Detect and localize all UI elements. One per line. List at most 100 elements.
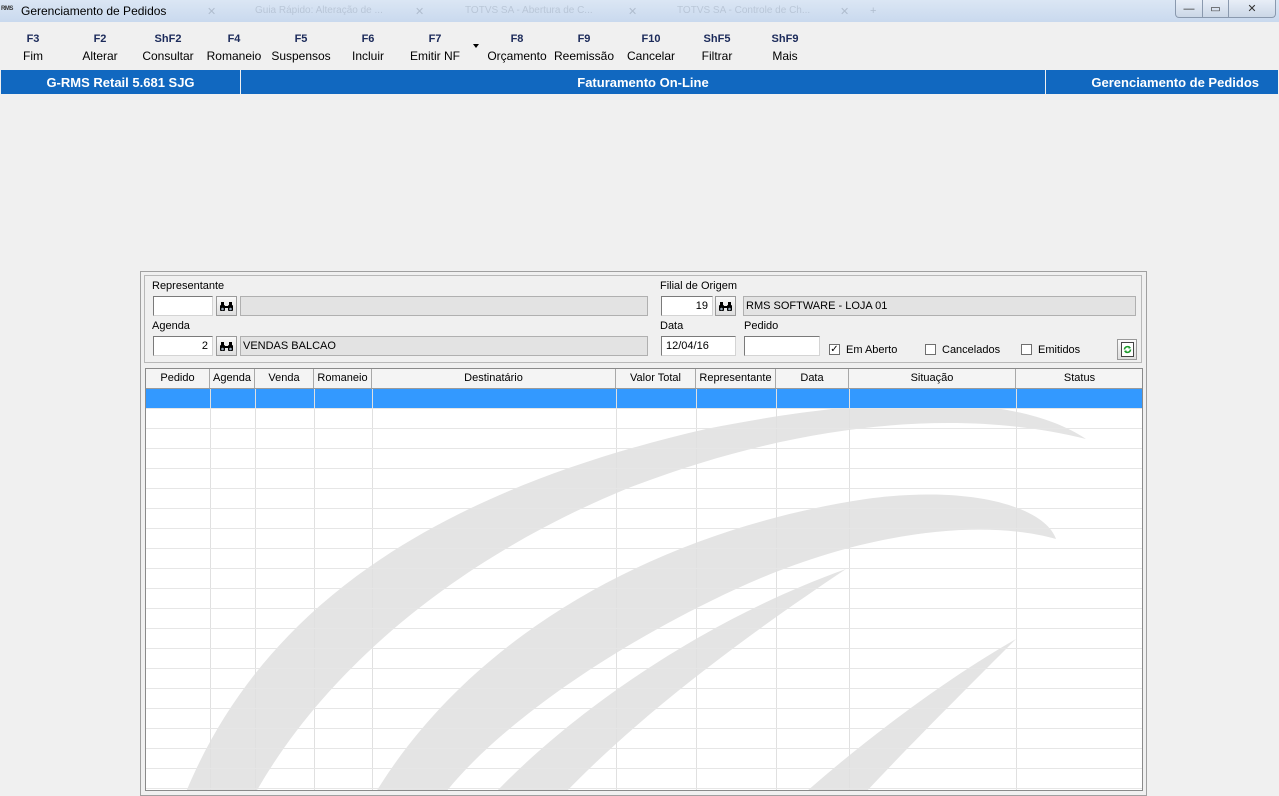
grid-row-divider [146,728,1142,729]
close-button[interactable]: ✕ [1228,0,1276,18]
button-label: Emitir NF [410,49,460,63]
background-window-tab: Guia Rápido: Alteração de ... [255,5,383,16]
column-valor-total[interactable]: Valor Total [616,369,696,388]
filial-search-button[interactable] [715,296,736,316]
function-key: F3 [26,33,40,45]
emitidos-checkbox[interactable] [1021,344,1032,355]
column-agenda[interactable]: Agenda [210,369,255,388]
close-icon: ✕ [207,6,217,18]
grid-row-divider [146,548,1142,549]
close-icon: ✕ [628,6,638,18]
app-logo-icon: RMS [1,6,13,12]
function-key: ShF5 [703,33,731,45]
function-key: F6 [361,33,375,45]
grid-row-divider [146,428,1142,429]
grid-row-divider [146,408,1142,409]
binoculars-icon [719,301,732,311]
grid-row-divider [146,688,1142,689]
agenda-description: VENDAS BALCAO [240,336,648,356]
column-situacao[interactable]: Situação [849,369,1016,388]
module-title: Faturamento On-Line [241,70,1045,94]
representante-label: Representante [152,280,225,292]
em-aberto-label[interactable]: Em Aberto [846,344,897,356]
button-label: Reemissão [553,49,615,63]
grid-row-divider [146,628,1142,629]
cancelados-label[interactable]: Cancelados [942,344,1000,356]
refresh-icon [1120,342,1134,357]
function-key: F8 [510,33,524,45]
grid-column-divider [255,389,256,790]
grid-column-divider [616,389,617,790]
column-data[interactable]: Data [776,369,849,388]
function-key: F2 [93,33,107,45]
function-key: F10 [641,33,661,45]
button-label: Cancelar [626,49,676,63]
grid-column-divider [372,389,373,790]
orders-grid[interactable]: Pedido Agenda Venda Romaneio Destinatári… [145,368,1143,791]
pedido-input[interactable] [744,336,820,356]
data-input[interactable]: 12/04/16 [661,336,736,356]
em-aberto-checkbox[interactable]: ✓ [829,344,840,355]
function-key: ShF9 [771,33,799,45]
agenda-search-button[interactable] [216,336,237,356]
grid-row-divider [146,748,1142,749]
function-key: F4 [227,33,241,45]
column-status[interactable]: Status [1016,369,1142,388]
grid-column-divider [314,389,315,790]
representante-search-button[interactable] [216,296,237,316]
column-venda[interactable]: Venda [255,369,314,388]
column-representante[interactable]: Representante [696,369,776,388]
filtrar-button[interactable]: ShF5 Filtrar [692,30,742,64]
grid-column-divider [776,389,777,790]
consultar-button[interactable]: ShF2 Consultar [138,30,198,64]
cancelados-checkbox[interactable] [925,344,936,355]
romaneio-button[interactable]: F4 Romaneio [204,30,264,64]
agenda-code-input[interactable]: 2 [153,336,213,356]
incluir-button[interactable]: F6 Incluir [343,30,393,64]
reemissao-button[interactable]: F9 Reemissão [552,30,616,64]
system-version: G-RMS Retail 5.681 SJG [1,70,240,94]
column-destinatario[interactable]: Destinatário [372,369,616,388]
binoculars-icon [220,301,233,311]
button-label: Alterar [82,49,118,63]
column-romaneio[interactable]: Romaneio [314,369,372,388]
emitidos-label[interactable]: Emitidos [1038,344,1080,356]
add-tab-icon: + [870,5,877,17]
grid-row-divider [146,508,1142,509]
maximize-button[interactable]: ▭ [1202,0,1229,18]
refresh-button[interactable] [1117,339,1137,360]
mais-button[interactable]: ShF9 Mais [762,30,808,64]
minimize-icon: — [1183,2,1195,15]
grid-row-divider [146,588,1142,589]
screen-title: Gerenciamento de Pedidos [1046,70,1278,94]
filial-code-input[interactable]: 19 [661,296,713,316]
alterar-button[interactable]: F2 Alterar [75,30,125,64]
cancelar-button[interactable]: F10 Cancelar [623,30,679,64]
minimize-button[interactable]: — [1175,0,1203,18]
agenda-label: Agenda [152,320,190,332]
orcamento-button[interactable]: F8 Orçamento [484,30,550,64]
window-title: Gerenciamento de Pedidos [21,4,167,18]
grid-column-divider [1016,389,1017,790]
function-key: F7 [428,33,442,45]
selected-row[interactable] [146,389,1142,408]
grid-row-divider [146,528,1142,529]
fim-button[interactable]: F3 Fim [13,30,53,64]
button-label: Filtrar [701,49,733,63]
pedido-label: Pedido [744,320,779,332]
data-label: Data [660,320,684,332]
grid-row-divider [146,488,1142,489]
grid-row-divider [146,468,1142,469]
close-icon: ✕ [840,6,850,18]
representante-code-input[interactable] [153,296,213,316]
grid-row-divider [146,648,1142,649]
emitir-nf-dropdown-icon[interactable] [473,44,479,48]
emitir-nf-button[interactable]: F7 Emitir NF [405,30,465,64]
suspensos-button[interactable]: F5 Suspensos [270,30,332,64]
grid-row-divider [146,788,1142,789]
filial-label: Filial de Origem [660,280,738,292]
grid-column-divider [849,389,850,790]
grid-row-divider [146,708,1142,709]
button-label: Orçamento [487,49,547,63]
column-pedido[interactable]: Pedido [146,369,210,388]
